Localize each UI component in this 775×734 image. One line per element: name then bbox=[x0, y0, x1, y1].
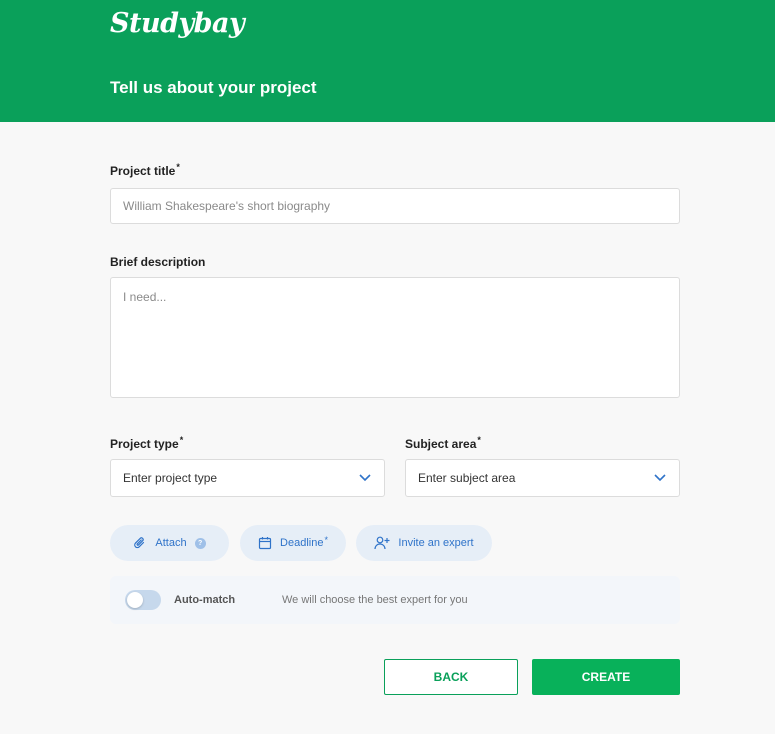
subject-area-select[interactable]: Enter subject area bbox=[405, 459, 680, 497]
required-mark: * bbox=[179, 435, 184, 445]
subject-area-label: Subject area* bbox=[405, 435, 481, 451]
project-title-input[interactable]: William Shakespeare's short biography bbox=[110, 188, 680, 224]
chevron-down-icon bbox=[358, 471, 372, 485]
back-button[interactable]: BACK bbox=[384, 659, 518, 695]
header-bar: Studybay Tell us about your project bbox=[0, 0, 775, 122]
create-button[interactable]: CREATE bbox=[532, 659, 680, 695]
project-title-label: Project title* bbox=[110, 162, 180, 178]
subject-area-value: Enter subject area bbox=[418, 471, 516, 485]
attach-label: Attach bbox=[155, 537, 187, 549]
deadline-button[interactable]: Deadline* bbox=[240, 525, 346, 561]
calendar-icon bbox=[258, 536, 272, 550]
studybay-logo[interactable]: Studybay bbox=[110, 8, 245, 39]
required-mark: * bbox=[477, 435, 481, 445]
toggle-knob bbox=[127, 592, 143, 608]
project-type-label: Project type* bbox=[110, 435, 184, 451]
deadline-label: Deadline* bbox=[280, 535, 328, 549]
automatch-toggle[interactable] bbox=[125, 590, 161, 610]
deadline-label-text: Deadline bbox=[280, 537, 324, 549]
brief-description-placeholder: I need... bbox=[123, 290, 167, 304]
required-mark: * bbox=[176, 162, 180, 172]
project-type-value: Enter project type bbox=[123, 471, 218, 485]
required-mark: * bbox=[324, 535, 328, 545]
automatch-label: Auto-match bbox=[174, 594, 236, 606]
help-icon[interactable]: ? bbox=[194, 537, 206, 549]
subject-area-label-text: Subject area bbox=[405, 437, 477, 451]
page-title: Tell us about your project bbox=[110, 78, 317, 97]
project-type-select[interactable]: Enter project type bbox=[110, 459, 385, 497]
invite-expert-label: Invite an expert bbox=[398, 537, 474, 549]
project-title-placeholder: William Shakespeare's short biography bbox=[123, 199, 331, 213]
automatch-description: We will choose the best expert for you bbox=[282, 594, 468, 606]
invite-expert-button[interactable]: Invite an expert bbox=[356, 525, 492, 561]
automatch-panel: Auto-match We will choose the best exper… bbox=[110, 576, 680, 624]
project-type-label-text: Project type bbox=[110, 437, 179, 451]
brief-description-textarea[interactable]: I need... bbox=[110, 277, 680, 398]
chevron-down-icon bbox=[653, 471, 667, 485]
project-title-label-text: Project title bbox=[110, 164, 176, 178]
attach-button[interactable]: Attach ? bbox=[110, 525, 229, 561]
paperclip-icon bbox=[133, 536, 147, 550]
add-user-icon bbox=[374, 536, 390, 550]
brief-description-label: Brief description bbox=[110, 255, 206, 269]
